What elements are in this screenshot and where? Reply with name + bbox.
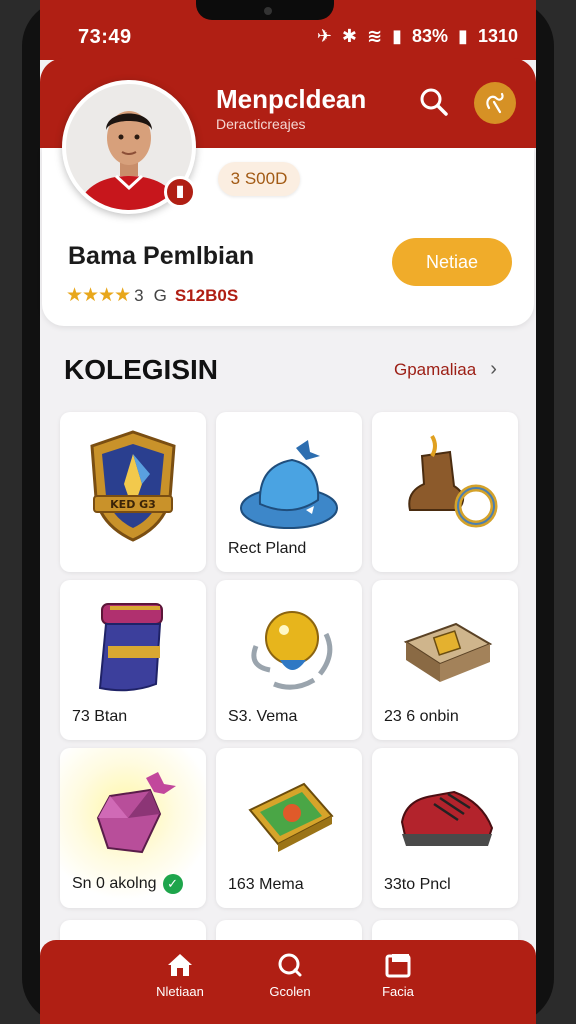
- coin-icon: [486, 92, 504, 114]
- status-clock-right: 1310: [477, 26, 518, 46]
- item-label-text: Sn 0 akolng: [72, 875, 157, 892]
- bottom-nav: Nletiaan Gcolen Facia: [40, 940, 536, 1024]
- avatar-badge-icon: ▮: [164, 176, 196, 208]
- points-badge: 3 S00D: [218, 162, 300, 196]
- profile-action-button[interactable]: Netiae: [392, 238, 512, 286]
- hat-icon: [240, 440, 338, 529]
- item-label: Rect Pland: [228, 540, 307, 557]
- ring-boot-icon: [408, 434, 498, 528]
- collection-item[interactable]: 33to Pncl: [372, 748, 518, 908]
- nav-label: Facia: [382, 984, 414, 999]
- collection-item[interactable]: Sn 0 akolng ✓: [60, 748, 206, 908]
- wifi-icon: ≋: [367, 26, 383, 46]
- page-title: Menpcldean: [216, 84, 367, 114]
- item-label: Sn 0 akolng ✓: [72, 874, 183, 894]
- medallion-icon: [251, 611, 333, 690]
- see-all-label: Gpamaliaa: [394, 359, 477, 379]
- nav-label: Nletiaan: [156, 984, 204, 999]
- nav-label: Gcolen: [269, 984, 311, 999]
- rating-prefix: G: [153, 285, 167, 305]
- nav-item-gallery[interactable]: Facia: [350, 952, 446, 999]
- nav-item-search[interactable]: Gcolen: [242, 952, 338, 999]
- collection-item[interactable]: S3. Vema: [216, 580, 362, 740]
- coins-button[interactable]: [474, 82, 516, 124]
- signal-icon: ▮: [392, 26, 403, 46]
- card-icon: [248, 782, 334, 852]
- item-label: 33to Pncl: [384, 876, 451, 893]
- gallery-icon: [385, 954, 411, 978]
- battery-percent: 83%: [412, 26, 449, 46]
- see-all-link[interactable]: Gpamaliaa ›: [394, 358, 497, 381]
- collection-item[interactable]: [372, 412, 518, 572]
- status-time: 73:49: [78, 26, 132, 48]
- collection-item[interactable]: KED G3: [60, 412, 206, 572]
- camera-lens: [264, 7, 272, 15]
- search-icon: [420, 88, 448, 116]
- collection-item[interactable]: 23 6 onbin: [372, 580, 518, 740]
- gem-bag-icon: [96, 772, 176, 854]
- chevron-right-icon: ›: [490, 358, 497, 380]
- scroll-icon: [98, 603, 163, 692]
- collection-item[interactable]: 73 Btan: [60, 580, 206, 740]
- collection-item[interactable]: 163 Mema: [216, 748, 362, 908]
- search-icon: [278, 953, 302, 977]
- status-icons: ✈ ✱ ≋ ▮ 83% ▮ 1310: [317, 26, 518, 47]
- bluetooth-icon: ✱: [341, 26, 358, 46]
- nav-item-home[interactable]: Nletiaan: [132, 952, 228, 999]
- item-label: 23 6 onbin: [384, 708, 459, 725]
- star-rating-icon: ★★★★: [66, 285, 131, 306]
- item-label: 73 Btan: [72, 708, 128, 725]
- book-icon: [403, 622, 493, 682]
- section-title: KOLEGISIN: [64, 354, 219, 385]
- rating-row: ★★★★ 3 G S12B0S: [66, 284, 238, 307]
- battery-icon: ▮: [458, 26, 468, 46]
- shield-icon: KED G3: [90, 430, 176, 542]
- rating-count: 3: [134, 285, 144, 305]
- item-label: 163 Mema: [228, 876, 304, 893]
- home-icon: [168, 954, 192, 976]
- rating-id: S12B0S: [174, 285, 239, 305]
- profile-name: Bama Pemlbian: [68, 242, 255, 270]
- shoe-icon: [400, 790, 494, 846]
- checkmark-icon: ✓: [162, 874, 183, 894]
- collection-item[interactable]: Rect Pland: [216, 412, 362, 572]
- search-button[interactable]: [418, 86, 452, 120]
- item-label: S3. Vema: [228, 708, 298, 725]
- svg-text:KED G3: KED G3: [110, 498, 156, 511]
- page-subtitle: Deracticreajes: [216, 116, 306, 132]
- notification-icon: ✈: [316, 26, 332, 46]
